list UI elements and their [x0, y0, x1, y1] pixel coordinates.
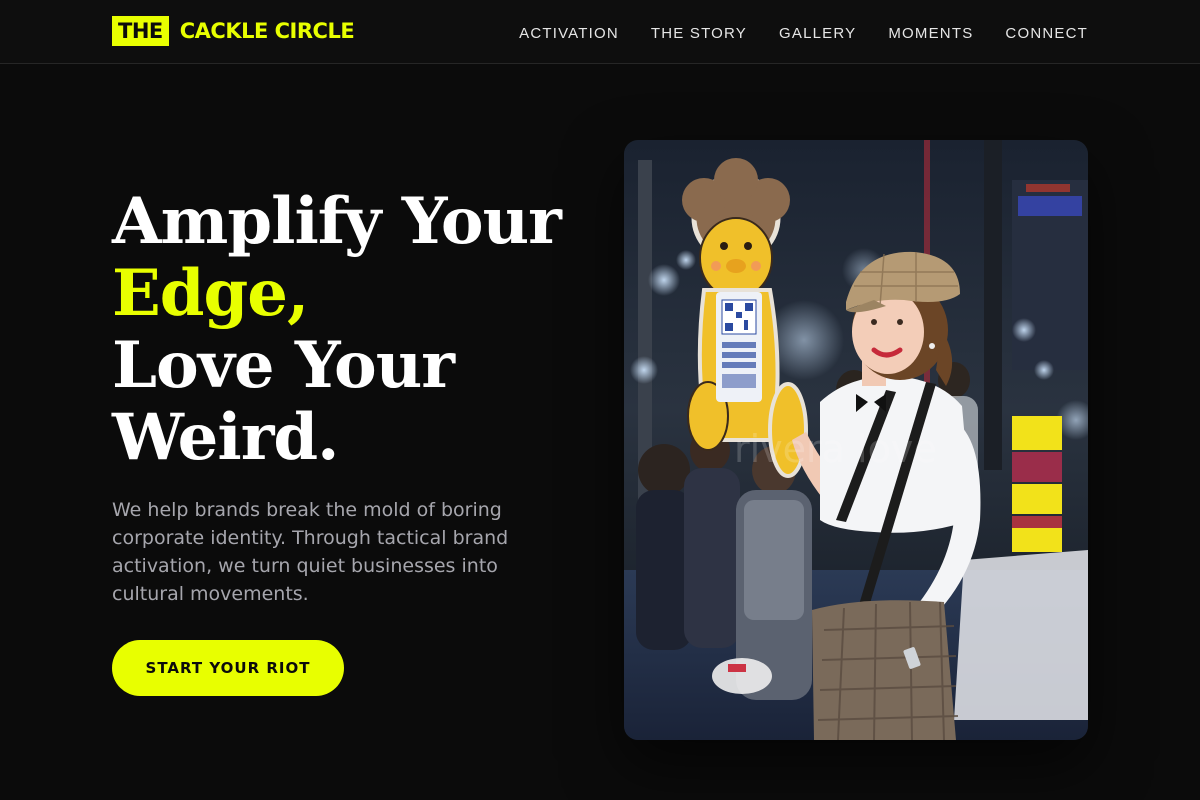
start-your-riot-button[interactable]: START YOUR RIOT [112, 640, 344, 696]
hero-title-line-3: Love Your [112, 328, 455, 403]
hero-title: Amplify Your Edge, Love Your Weird. [112, 184, 562, 475]
logo-box: THE [112, 16, 169, 46]
navbar: THE CACKLE CIRCLE ACTIVATION THE STORY G… [0, 0, 1200, 64]
nav-link-moments[interactable]: MOMENTS [888, 25, 973, 42]
hero-title-line-4: Weird. [112, 400, 339, 475]
brand-logo[interactable]: THE CACKLE CIRCLE [112, 16, 355, 46]
nav-link-activation[interactable]: ACTIVATION [519, 25, 619, 42]
nav-link-connect[interactable]: CONNECT [1005, 25, 1088, 42]
nav-menu: ACTIVATION THE STORY GALLERY MOMENTS CON… [487, 0, 1088, 64]
promo-photo-icon: rivera love [624, 140, 1088, 740]
hero-title-accent: Edge, [112, 256, 309, 331]
hero-subtitle: We help brands break the mold of boring … [112, 499, 509, 605]
logo-text: CACKLE CIRCLE [179, 19, 355, 43]
hero-title-line-1: Amplify Your [112, 184, 562, 259]
hero-photo: rivera love [624, 140, 1088, 740]
svg-text:rivera love: rivera love [734, 427, 937, 471]
nav-link-the-story[interactable]: THE STORY [651, 25, 747, 42]
nav-link-gallery[interactable]: GALLERY [779, 25, 856, 42]
